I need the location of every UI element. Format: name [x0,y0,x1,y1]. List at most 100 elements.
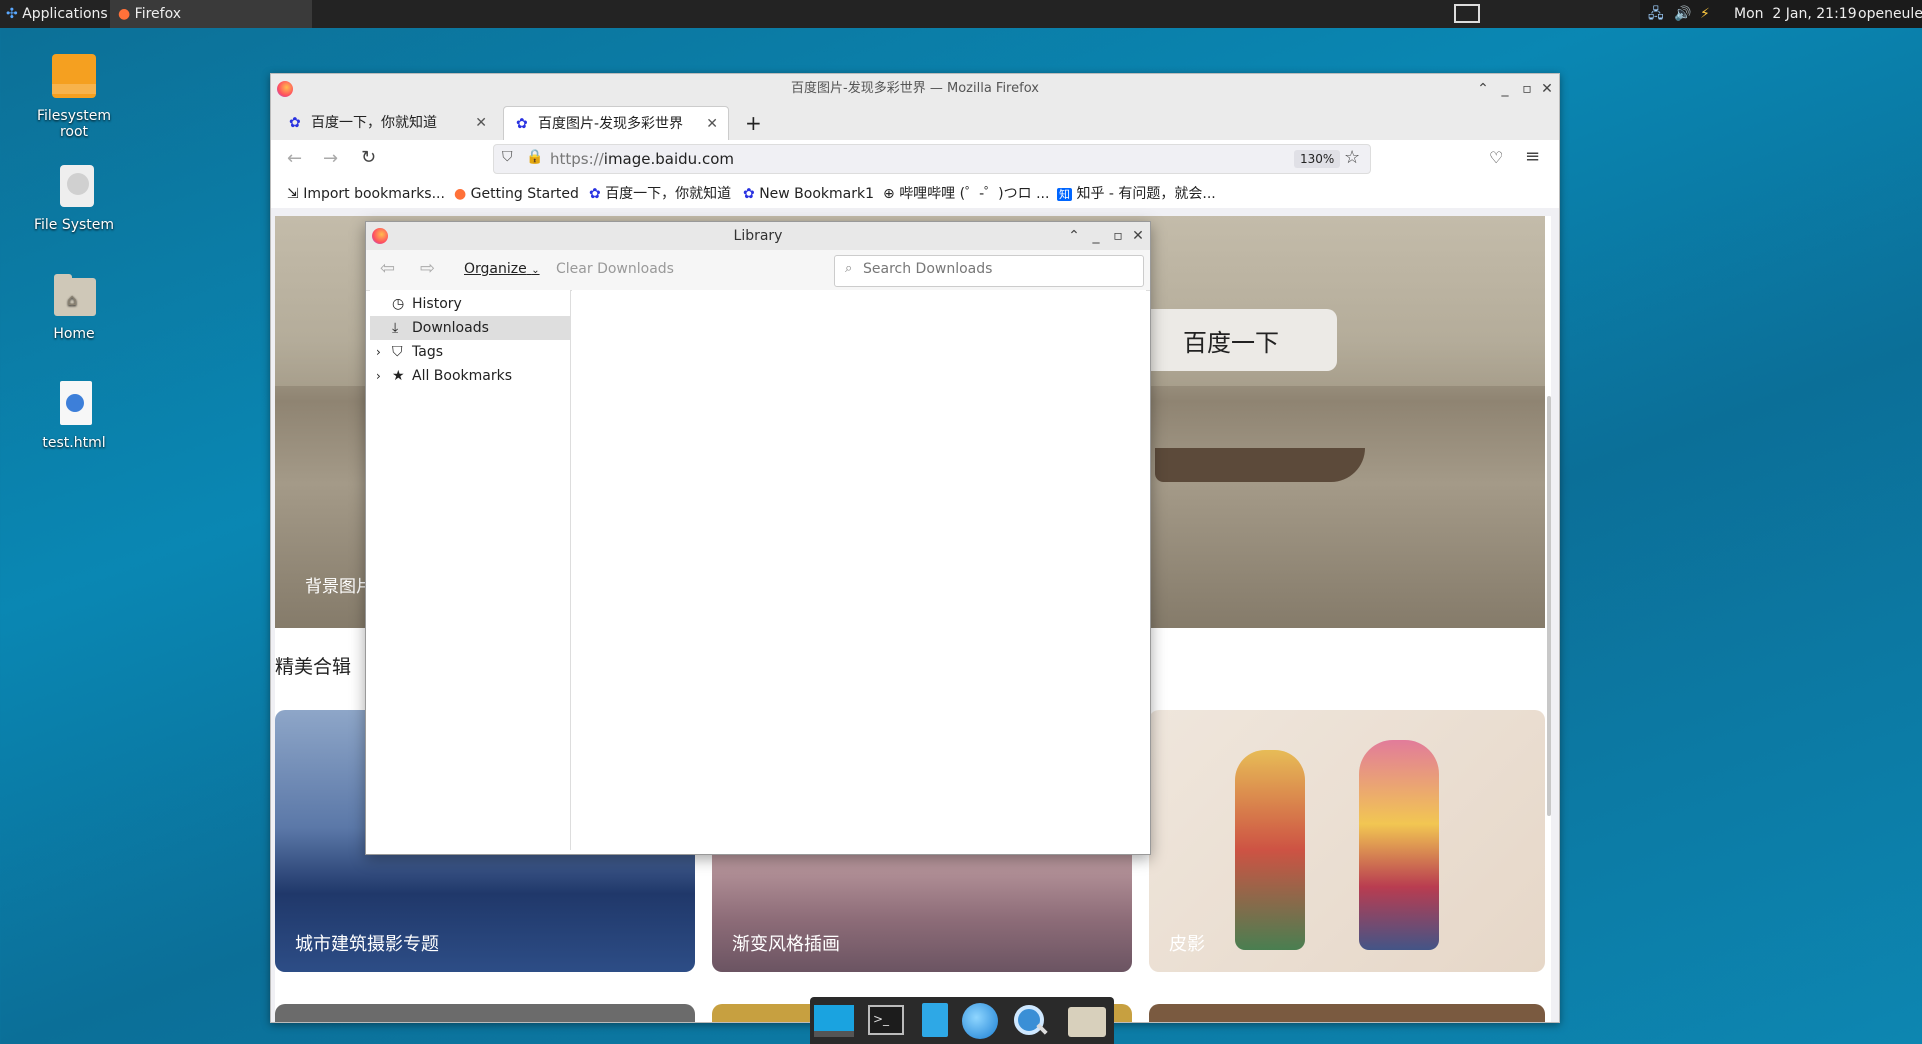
minimize-icon[interactable]: _ [1495,74,1515,104]
back-icon[interactable]: ← [287,148,302,169]
shield-icon[interactable]: ⛉ [502,149,513,165]
network-icon[interactable]: 🖧 [1648,0,1664,28]
minimize-icon[interactable]: _ [1086,221,1106,251]
window-title: 百度图片-发现多彩世界 — Mozilla Firefox [791,81,1039,96]
show-desktop-icon[interactable] [814,1003,854,1039]
zoom-indicator[interactable]: 130% [1294,150,1341,168]
import-icon: ⇲ [287,186,299,202]
tab-baidu-images[interactable]: ✿ 百度图片-发现多彩世界 ✕ [503,106,729,140]
search-icon: ⌕ [845,261,853,276]
bookmark-label: 哔哩哔哩 (゜-゜)つロ ... [899,186,1050,202]
file-manager-icon[interactable] [914,1003,954,1039]
back-icon[interactable]: ⇦ [380,258,395,279]
puppet-figure [1359,740,1439,950]
bookmark-star-icon[interactable]: ☆ [1344,147,1360,168]
desktop-icon-label: File System [33,217,115,233]
zhihu-icon: 知 [1057,188,1072,201]
sidebar-item-history[interactable]: ◷ History [370,292,570,316]
forward-icon[interactable]: ⇨ [420,258,435,279]
star-icon: ★ [392,368,405,384]
harddisk-icon [50,163,98,211]
bookmark-label: 知乎 - 有问题，就会... [1076,186,1216,202]
taskbar-firefox-button[interactable]: ● Firefox [110,0,312,28]
web-browser-icon[interactable] [960,1003,1000,1039]
firefox-task-icon: ● [118,6,131,22]
sidebar-item-label: Downloads [412,320,489,336]
baidu-paw-icon: ✿ [516,116,528,132]
power-icon[interactable]: ⚡ [1700,0,1710,28]
shade-icon[interactable]: ⌃ [1064,221,1084,251]
firefox-logo-icon [277,81,293,97]
search-downloads-field[interactable]: ⌕ Search Downloads [834,255,1144,287]
desktop-icon-filesystem-root[interactable]: Filesystem root [14,54,134,140]
background-caption[interactable]: 背景图片 [305,572,373,597]
firefox-icon: ● [454,186,467,202]
volume-icon[interactable]: 🔊 [1674,0,1691,28]
tab-baidu[interactable]: ✿ 百度一下，你就知道 ✕ [277,106,497,140]
sidebar-item-tags[interactable]: › ⛉ Tags [370,340,570,364]
puppet-figure [1235,750,1305,950]
bookmark-zhihu[interactable]: 知 知乎 - 有问题，就会... [1057,180,1216,208]
desktop-icon-home[interactable]: ⌂ Home [14,272,134,342]
tab-close-icon[interactable]: ✕ [475,106,487,140]
baidu-paw-icon: ✿ [589,186,601,202]
chevron-right-icon[interactable]: › [376,364,381,388]
lock-icon[interactable]: 🔒 [526,149,543,165]
downloads-list[interactable] [572,290,1146,850]
maximize-icon[interactable]: ▫ [1108,221,1128,251]
applications-menu[interactable]: ✣ Applications ⋮ [0,0,126,28]
sidebar-item-all-bookmarks[interactable]: › ★ All Bookmarks [370,364,570,388]
applications-icon: ✣ [6,6,18,22]
folder-icon[interactable] [1066,1003,1106,1039]
bookmark-label: Import bookmarks... [303,186,445,202]
close-icon[interactable]: ✕ [1128,221,1148,251]
clear-downloads-button[interactable]: Clear Downloads [556,261,674,277]
desktop-icon-file-system[interactable]: File System [14,163,134,233]
tab-label: 百度图片-发现多彩世界 [538,116,684,132]
card-shadow-puppetry[interactable]: 皮影 [1149,710,1545,972]
url-bar[interactable]: ⛉ 🔒 https://image.baidu.com 130% ☆ [493,144,1371,174]
sidebar-item-label: All Bookmarks [412,368,513,384]
taskbar-firefox-label: Firefox [134,6,182,22]
bookmark-import[interactable]: ⇲ Import bookmarks... [287,180,445,208]
user-menu[interactable]: openeuler [1858,0,1922,28]
clock-icon: ◷ [392,296,405,312]
organize-menu[interactable]: Organize ⌄ [464,261,540,277]
tab-bar: ✿ 百度一下，你就知道 ✕ ✿ 百度图片-发现多彩世界 ✕ + [271,104,1559,140]
plus-icon: + [745,111,762,135]
bookmark-new-bookmark1[interactable]: ✿ New Bookmark1 [743,180,874,208]
sidebar-item-downloads[interactable]: ⤓ Downloads [370,316,570,340]
bookmark-label: 百度一下，你就知道 [605,186,732,202]
library-toolbar: ⇦ ⇨ Organize ⌄ Clear Downloads ⌕ Search … [366,250,1150,291]
pocket-icon[interactable]: ♡ [1489,148,1503,167]
library-window: Library ⌃ _ ▫ ✕ ⇦ ⇨ Organize ⌄ Clear Dow… [365,221,1151,855]
desktop-icon-label: test.html [42,435,106,451]
menu-icon[interactable]: ≡ [1525,146,1540,167]
close-icon[interactable]: ✕ [1537,74,1557,104]
new-tab-button[interactable]: + [735,106,771,140]
search-app-icon[interactable] [1010,1003,1050,1039]
baidu-paw-icon: ✿ [289,115,301,131]
baidu-paw-icon: ✿ [743,186,755,202]
tab-close-icon[interactable]: ✕ [706,107,718,141]
tag-icon: ⛉ [392,344,403,360]
terminal-icon[interactable]: >_ [866,1003,906,1039]
page-scrollbar[interactable] [1547,396,1551,816]
window-titlebar[interactable]: 百度图片-发现多彩世界 — Mozilla Firefox ⌃ _ ▫ ✕ [271,74,1559,104]
chevron-right-icon[interactable]: › [376,340,381,364]
desktop-icon-test-html[interactable]: test.html [14,381,134,451]
bookmark-getting-started[interactable]: ● Getting Started [454,180,579,208]
organize-label: Organize [464,261,527,277]
bookmark-baidu[interactable]: ✿ 百度一下，你就知道 [589,180,731,208]
reload-icon[interactable]: ↻ [361,147,376,168]
maximize-icon[interactable]: ▫ [1517,74,1537,104]
search-button[interactable]: 百度一下 [1183,323,1279,358]
workspace-switcher[interactable] [1450,0,1484,28]
tab-label: 百度一下，你就知道 [311,115,437,131]
forward-icon[interactable]: → [323,148,338,169]
bookmark-bilibili[interactable]: ⊕ 哔哩哔哩 (゜-゜)つロ ... [883,180,1049,208]
shade-icon[interactable]: ⌃ [1473,74,1493,104]
library-titlebar[interactable]: Library ⌃ _ ▫ ✕ [366,222,1150,250]
section-title: 精美合辑 [275,656,352,678]
clock[interactable]: Mon 2 Jan, 21:19 [1734,0,1857,28]
